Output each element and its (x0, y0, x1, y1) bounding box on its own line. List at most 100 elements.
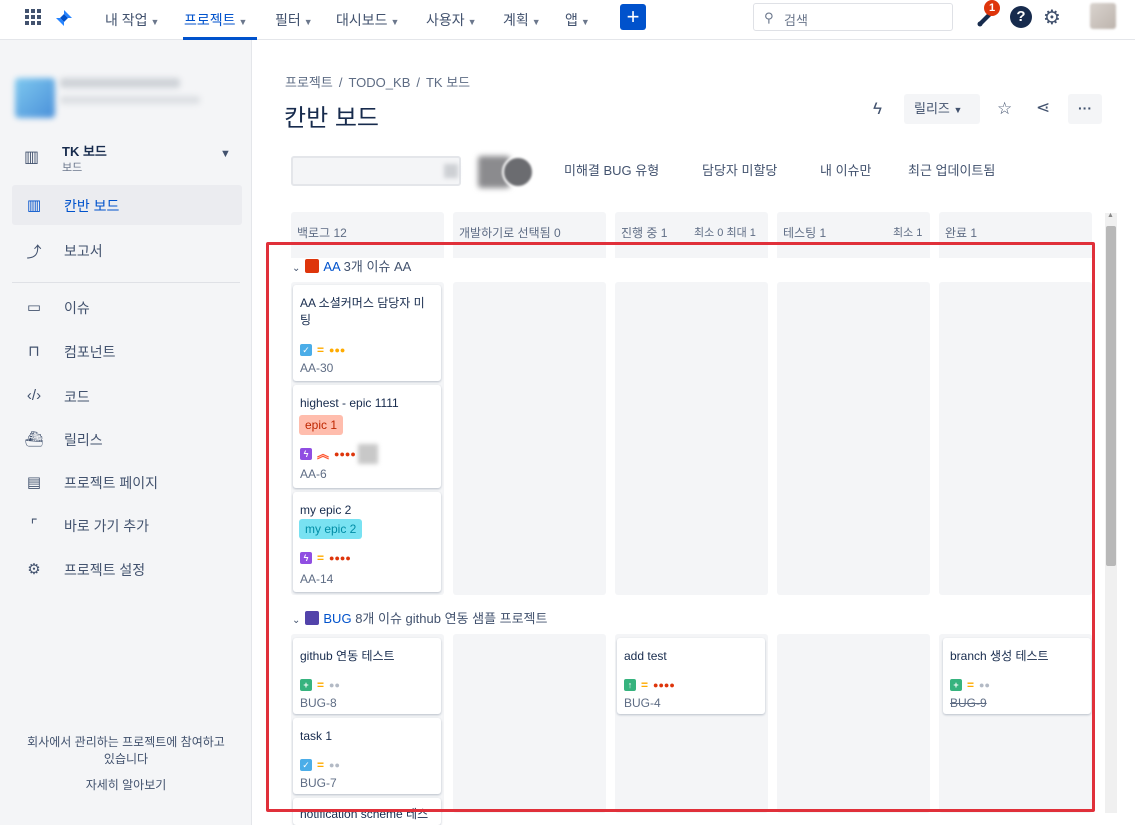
swimlane-header-bug[interactable]: ⌄ BUG 8개 이슈 github 연동 샘플 프로젝트 (292, 608, 547, 627)
breadcrumb-board[interactable]: TK 보드 (426, 75, 470, 90)
sidebar-item-components[interactable]: ⊓ 컴포넌트 (12, 331, 242, 371)
breadcrumb: 프로젝트 / TODO_KB / TK 보드 (285, 72, 470, 91)
card-key: AA-30 (300, 361, 334, 375)
release-button[interactable]: 릴리즈 ▼ (904, 94, 980, 124)
learn-more-link[interactable]: 자세히 알아보기 (0, 776, 252, 793)
filter-unassigned[interactable]: 담당자 미할당 (692, 156, 787, 186)
board-icon: ▥ (26, 197, 42, 214)
card-summary: notification scheme 테스 (300, 807, 429, 821)
share-icon[interactable]: ⋖ (1036, 98, 1050, 118)
filter-recently-updated[interactable]: 최근 업데이트됨 (898, 156, 1005, 186)
board-switcher[interactable]: ▥ TK 보드 보드 ▼ (12, 139, 242, 175)
sidebar-footer-text: 회사에서 관리하는 프로젝트에 참여하고 있습니다 (0, 734, 252, 768)
cell-selected-aa (453, 282, 606, 595)
card-meta: ✓ = ●● (300, 758, 340, 771)
story-points-dots: ●●●● (653, 679, 675, 690)
issue-card-bug-7[interactable]: task 1 ✓ = ●● BUG-7 (293, 718, 441, 794)
chart-icon: ⤴ (26, 244, 42, 261)
cell-testing-bug (777, 634, 930, 813)
release-label: 릴리즈 (914, 101, 950, 116)
card-meta: ✓ = ●●● (300, 343, 345, 356)
search-input[interactable]: ⚲ 검색 (753, 3, 953, 31)
page-title: 칸반 보드 (284, 105, 379, 132)
nav-dashboards[interactable]: 대시보드 ▼ (336, 10, 399, 30)
issue-card-partial[interactable]: notification scheme 테스 (293, 798, 441, 825)
page-icon: ▤ (26, 474, 42, 491)
story-points-dots: ●●● (329, 344, 346, 355)
sidebar-item-kanban-board[interactable]: ▥ 칸반 보드 (12, 185, 242, 225)
settings-gear-icon[interactable]: ⚙ (1043, 5, 1061, 30)
sidebar-item-project-settings[interactable]: ⚙ 프로젝트 설정 (12, 549, 242, 589)
card-summary: github 연동 테스트 (300, 649, 395, 663)
cell-in-progress-aa (615, 282, 768, 595)
story-type-icon: + (950, 678, 962, 691)
sidebar-item-issues[interactable]: ▭ 이슈 (12, 287, 242, 327)
board-name: TK 보드 (62, 144, 107, 159)
card-key: AA-6 (300, 467, 327, 481)
story-type-icon: + (300, 678, 312, 691)
assignee-avatar (357, 443, 378, 464)
help-icon[interactable]: ? (1010, 6, 1032, 28)
jira-logo-icon[interactable] (54, 8, 74, 28)
project-name-redacted (60, 78, 180, 88)
board-scrollbar-thumb[interactable] (1106, 226, 1116, 566)
cell-selected-bug (453, 634, 606, 813)
nav-my-work[interactable]: 내 작업 ▼ (105, 10, 159, 30)
sidebar-item-releases[interactable]: ⛴ 릴리스 (12, 419, 242, 459)
chevron-down-icon: ▼ (467, 17, 477, 27)
app-switcher-icon[interactable] (25, 9, 41, 25)
epic-type-icon: ϟ (300, 447, 312, 460)
issue-card-aa-30[interactable]: AA 소셜커머스 담당자 미팅 ✓ = ●●● AA-30 (293, 285, 441, 381)
issue-card-bug-4[interactable]: add test ↑ = ●●●● BUG-4 (617, 638, 765, 714)
search-placeholder: 검색 (784, 13, 808, 28)
filter-my-issues[interactable]: 내 이슈만 (810, 156, 881, 186)
sidebar-item-code[interactable]: ‹/› 코드 (12, 376, 242, 416)
priority-highest-icon: ︽ (317, 446, 330, 461)
board-type: 보드 (62, 162, 83, 174)
code-icon: ‹/› (26, 387, 42, 404)
create-button[interactable]: + (620, 4, 646, 30)
chevron-down-icon: ▼ (531, 17, 541, 27)
nav-apps[interactable]: 앱 ▼ (565, 10, 590, 30)
epic-type-icon: ϟ (300, 551, 312, 564)
priority-medium-icon: = (317, 550, 325, 565)
chevron-down-icon: ⌄ (292, 263, 301, 274)
sidebar-divider (12, 282, 240, 283)
sidebar-item-add-shortcut[interactable]: ⌜ 바로 가기 추가 (12, 505, 242, 545)
avatar[interactable] (444, 164, 458, 178)
nav-filters[interactable]: 필터 ▼ (275, 10, 313, 30)
issue-card-aa-14[interactable]: my epic 2 my epic 2 ϟ = ●●●● AA-14 (293, 492, 441, 592)
column-header-done: 완료 1 (939, 212, 1092, 258)
automation-icon[interactable]: ϟ (873, 99, 882, 119)
issues-icon: ▭ (26, 299, 42, 316)
star-icon[interactable]: ☆ (997, 99, 1012, 119)
footer-line-1: 회사에서 관리하는 프로젝트에 참여하고 (27, 735, 225, 749)
sidebar-item-project-pages[interactable]: ▤ 프로젝트 페이지 (12, 462, 242, 502)
more-options-icon[interactable]: ··· (1068, 94, 1102, 124)
filter-unresolved-bug[interactable]: 미해결 BUG 유형 (554, 156, 669, 186)
column-header-in-progress: 진행 중 1 최소 0 최대 1 (615, 212, 768, 258)
swimlane-header-aa[interactable]: ⌄ AA 3개 이슈 AA (292, 256, 411, 275)
issue-card-aa-6[interactable]: highest - epic 1111 epic 1 ϟ ︽ ●●●● AA-6 (293, 385, 441, 488)
scroll-up-arrow-icon[interactable]: ▲ (1107, 212, 1114, 219)
breadcrumb-project[interactable]: TODO_KB (348, 75, 410, 90)
board-icon: ▥ (24, 149, 40, 166)
chevron-down-icon: ▼ (303, 17, 313, 27)
issue-card-bug-8[interactable]: github 연동 테스트 + = ●● BUG-8 (293, 638, 441, 714)
user-avatar[interactable] (1090, 3, 1116, 29)
nav-plans[interactable]: 계획 ▼ (503, 10, 541, 30)
issue-card-bug-9[interactable]: branch 생성 테스트 + = ●● BUG-9 (943, 638, 1091, 714)
card-key: BUG-9 (950, 696, 987, 710)
project-type-redacted (60, 96, 200, 104)
board-search-input[interactable] (291, 156, 461, 186)
epic-label: epic 1 (299, 415, 344, 435)
breadcrumb-projects[interactable]: 프로젝트 (285, 75, 333, 90)
cell-testing-aa (777, 282, 930, 595)
card-key: AA-14 (300, 572, 334, 586)
card-summary: branch 생성 테스트 (950, 649, 1049, 663)
sidebar-item-reports[interactable]: ⤴ 보고서 (12, 230, 242, 270)
avatar[interactable] (502, 156, 534, 188)
nav-projects[interactable]: 프로젝트 ▼ (184, 10, 247, 30)
nav-people[interactable]: 사용자 ▼ (426, 10, 477, 30)
card-meta: + = ●● (950, 678, 990, 691)
